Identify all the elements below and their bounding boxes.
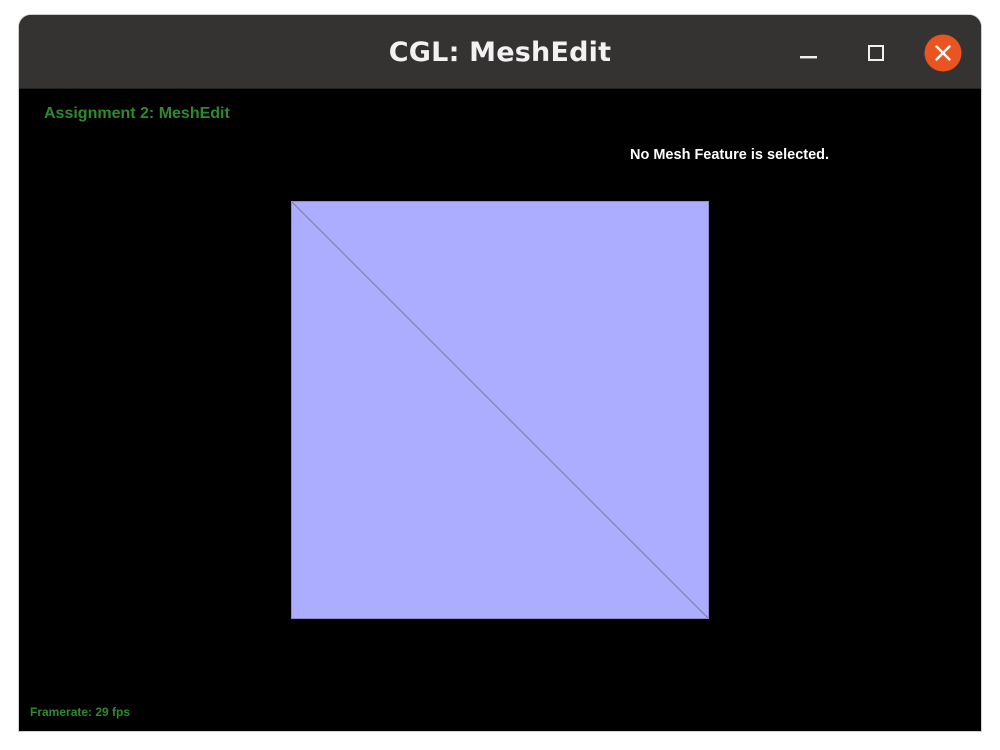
mesh-viewport[interactable]: Assignment 2: MeshEdit No Mesh Feature i… bbox=[19, 89, 981, 731]
close-button[interactable] bbox=[924, 34, 962, 72]
minimize-icon bbox=[800, 56, 817, 59]
maximize-button[interactable] bbox=[857, 34, 895, 72]
mesh[interactable] bbox=[291, 201, 709, 619]
app-window: CGL: MeshEdit Assignment 2: MeshEdit No … bbox=[19, 15, 981, 731]
selection-status: No Mesh Feature is selected. bbox=[630, 147, 830, 163]
maximize-icon bbox=[868, 45, 884, 61]
title-bar[interactable]: CGL: MeshEdit bbox=[19, 15, 981, 89]
assignment-title: Assignment 2: MeshEdit bbox=[44, 105, 230, 122]
framerate-label: Framerate: 29 fps bbox=[30, 705, 131, 719]
minimize-button[interactable] bbox=[789, 34, 827, 72]
window-title: CGL: MeshEdit bbox=[388, 37, 612, 68]
